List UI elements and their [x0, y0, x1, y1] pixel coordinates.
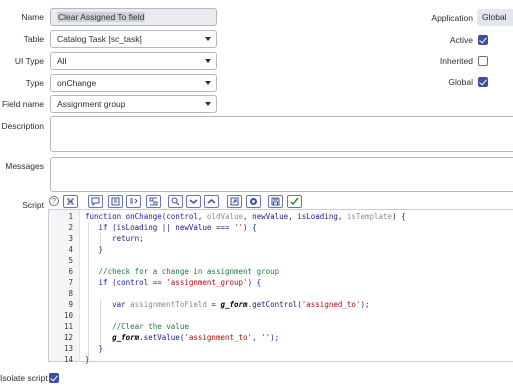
- type-select[interactable]: onChange: [50, 74, 217, 92]
- code-token: ) {: [247, 278, 262, 287]
- fullscreen-icon[interactable]: [227, 195, 242, 208]
- line-number: 13: [63, 344, 73, 353]
- code-token: 'assignment_group': [166, 278, 248, 287]
- isolate-script-label: Isolate script: [0, 373, 48, 383]
- code-line: var assignmentToField = g_form.getContro…: [85, 300, 369, 309]
- code-token: ,: [252, 333, 262, 342]
- type-select-value: onChange: [57, 78, 97, 88]
- table-select-value: Catalog Task [sc_task]: [57, 34, 142, 44]
- code-token: ) {: [392, 212, 406, 221]
- code-token: oldValue: [206, 212, 244, 221]
- code-line: return;: [85, 234, 144, 243]
- chevron-down-icon: [205, 102, 211, 106]
- type-label: Type: [25, 78, 44, 88]
- code-token: ) {: [243, 223, 257, 232]
- code-token: function onChange(control,: [85, 212, 207, 221]
- help-icon[interactable]: ?: [49, 196, 59, 206]
- application-label: Application: [431, 13, 473, 23]
- code-token: if (control ==: [85, 278, 167, 287]
- field-name-label: Field name: [1, 99, 44, 109]
- chevron-down-icon: [205, 37, 211, 41]
- ui-type-label: UI Type: [14, 56, 44, 66]
- code-line: g_form.setValue('assignment_to', '');: [85, 333, 279, 342]
- format-icon[interactable]: [108, 195, 123, 208]
- code-token: );: [270, 333, 280, 342]
- code-token: );: [360, 300, 370, 309]
- comment-icon[interactable]: [88, 195, 103, 208]
- code-line: //check for a change in assignment group: [85, 267, 280, 276]
- line-number: 5: [68, 256, 73, 265]
- line-number: 8: [68, 289, 73, 298]
- code-line: if (isLoading || newValue === '') {: [85, 223, 257, 232]
- code-token: '': [261, 333, 271, 342]
- code-line: }: [85, 344, 104, 353]
- code-token: assignmentToField: [130, 300, 207, 309]
- collapse-icon[interactable]: [204, 195, 219, 208]
- chevron-down-icon: [205, 59, 211, 63]
- line-number: 7: [68, 278, 73, 287]
- description-label: Description: [1, 121, 44, 131]
- global-checkbox[interactable]: [478, 77, 488, 87]
- field-name-select-value: Assignment group: [57, 99, 126, 109]
- replace-icon[interactable]: [126, 195, 141, 208]
- code-token: g_form: [85, 333, 140, 342]
- script-editor[interactable]: 1 2 3 4 5 6 7 8 9 10 11 12 13 14 functio…: [48, 209, 513, 364]
- code-line: function onChange(control, oldValue, new…: [85, 212, 406, 221]
- name-label: Name: [21, 12, 44, 22]
- code-token: isTemplate: [346, 212, 393, 221]
- script-include-icon[interactable]: [63, 195, 78, 208]
- code-token: .setValue(: [139, 333, 185, 342]
- code-token: =: [206, 300, 221, 309]
- inherited-label: Inherited: [439, 56, 473, 66]
- active-label: Active: [449, 35, 473, 45]
- code-line: }: [85, 355, 90, 364]
- save-icon[interactable]: [268, 195, 283, 208]
- syntax-check-icon[interactable]: [287, 195, 302, 208]
- chevron-down-icon: [205, 81, 211, 85]
- active-checkbox[interactable]: [478, 35, 488, 45]
- field-name-select[interactable]: Assignment group: [50, 95, 217, 113]
- line-number: 10: [63, 311, 73, 320]
- name-input[interactable]: Clear Assigned To field: [50, 8, 217, 26]
- code-token: 'assignment_to': [184, 333, 253, 342]
- line-number: 6: [68, 267, 73, 276]
- code-line: }: [85, 245, 104, 254]
- replace-all-icon[interactable]: [146, 195, 161, 208]
- line-number: 2: [68, 223, 73, 232]
- global-label: Global: [448, 77, 473, 87]
- isolate-script-checkbox[interactable]: [49, 373, 59, 383]
- debug-icon[interactable]: [246, 195, 261, 208]
- description-textarea[interactable]: [50, 116, 513, 152]
- line-number: 1: [68, 212, 73, 221]
- table-select[interactable]: Catalog Task [sc_task]: [50, 30, 217, 48]
- table-label: Table: [23, 34, 44, 44]
- messages-label: Messages: [5, 161, 44, 171]
- code-line: //Clear the value: [85, 322, 189, 331]
- code-token: '': [234, 223, 244, 232]
- code-token: g_form: [220, 300, 248, 309]
- messages-textarea[interactable]: [50, 157, 513, 192]
- code-token: .getControl(: [247, 300, 302, 309]
- code-token: 'assigned_to': [301, 300, 361, 309]
- search-icon[interactable]: [168, 195, 183, 208]
- line-number: 14: [63, 355, 73, 364]
- line-number: 3: [68, 234, 73, 243]
- line-number: 4: [68, 245, 73, 254]
- expand-icon[interactable]: [186, 195, 201, 208]
- line-number: 12: [63, 333, 73, 342]
- line-number: 9: [68, 300, 73, 309]
- code-token: if (isLoading || newValue ===: [85, 223, 235, 232]
- code-token: var: [85, 300, 131, 309]
- script-label: Script: [22, 200, 44, 210]
- ui-type-select-value: All: [57, 56, 67, 66]
- code-line: if (control == 'assignment_group') {: [85, 278, 262, 287]
- line-number: 11: [63, 322, 73, 331]
- application-value[interactable]: Global: [477, 9, 513, 26]
- name-input-value: Clear Assigned To field: [57, 12, 146, 22]
- code-token: , newValue, isLoading,: [243, 212, 347, 221]
- inherited-checkbox[interactable]: [478, 56, 488, 66]
- ui-type-select[interactable]: All: [50, 52, 217, 70]
